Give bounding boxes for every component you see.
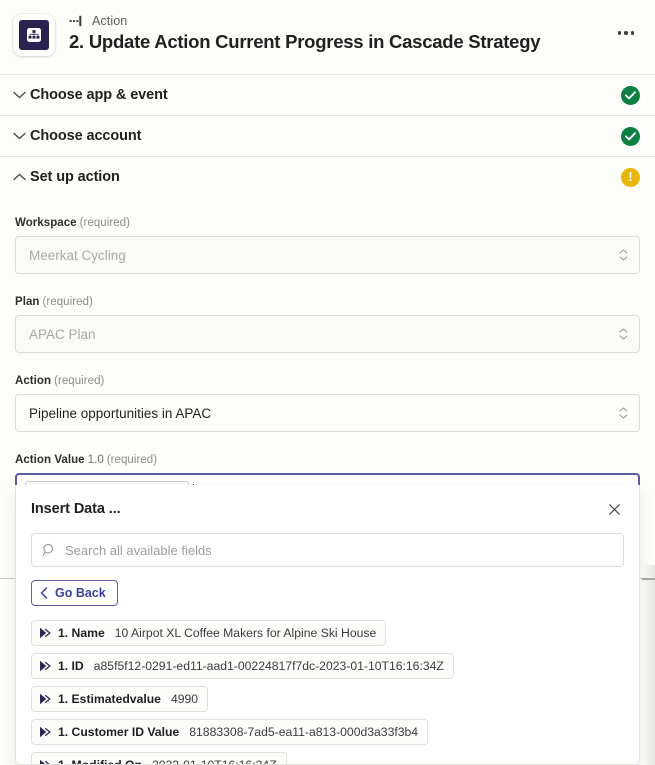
workspace-value: Meerkat Cycling bbox=[29, 247, 126, 263]
plan-required: (required) bbox=[42, 296, 93, 308]
action-select[interactable]: Pipeline opportunities in APAC bbox=[15, 394, 640, 432]
field-action: Action (required) Pipeline opportunities … bbox=[15, 375, 640, 432]
kebab-dot bbox=[617, 31, 622, 35]
data-token-icon bbox=[40, 726, 51, 738]
field-value: 81883308-7ad5-ea11-a813-000d3a33f3b4 bbox=[189, 725, 419, 739]
stepper-updown-icon bbox=[619, 328, 628, 340]
search-input[interactable]: Search all available fields bbox=[65, 543, 212, 558]
section-choose-app-and-event[interactable]: Choose app & event bbox=[0, 74, 655, 115]
field-name: 1. ID bbox=[58, 659, 84, 673]
plan-select[interactable]: APAC Plan bbox=[15, 315, 640, 353]
field-workspace: Workspace (required) Meerkat Cycling bbox=[15, 217, 640, 274]
search-fields-box[interactable]: Search all available fields bbox=[31, 533, 624, 567]
list-item[interactable]: 1. Modified On 2023-01-10T16:16:34Z bbox=[31, 752, 287, 765]
go-back-button[interactable]: Go Back bbox=[31, 580, 118, 606]
check-circle-icon bbox=[621, 126, 640, 146]
insert-data-title: Insert Data ... bbox=[31, 501, 121, 517]
section-label: Choose account bbox=[30, 128, 142, 144]
cascade-app-icon bbox=[13, 14, 55, 56]
field-value: 4990 bbox=[170, 692, 199, 706]
search-icon bbox=[42, 543, 54, 556]
action-step-icon bbox=[69, 15, 82, 26]
go-back-label: Go Back bbox=[55, 586, 106, 600]
chevron-down-icon bbox=[8, 91, 30, 99]
field-value: 2023-01-10T16:16:34Z bbox=[151, 758, 277, 765]
insert-data-panel: Insert Data ... Search all available fie… bbox=[15, 485, 640, 765]
warning-circle-icon: ! bbox=[621, 167, 640, 187]
step-kicker-label: Action bbox=[92, 13, 128, 28]
page-edge-divider-left bbox=[0, 578, 16, 579]
header-text-block: Action 2. Update Action Current Progress… bbox=[69, 11, 611, 54]
kebab-menu-icon[interactable] bbox=[611, 18, 641, 48]
list-item[interactable]: 1. Customer ID Value 81883308-7ad5-ea11-a… bbox=[31, 719, 429, 745]
section-label: Choose app & event bbox=[30, 87, 168, 103]
field-name: 1. Estimatedvalue bbox=[58, 692, 161, 706]
chevron-down-icon bbox=[8, 132, 30, 140]
action-value-required: (required) bbox=[106, 454, 158, 466]
workspace-select[interactable]: Meerkat Cycling bbox=[15, 236, 640, 274]
data-token-icon bbox=[40, 759, 50, 764]
check-circle-icon bbox=[621, 85, 640, 105]
list-item[interactable]: 1. Estimatedvalue 4990 bbox=[31, 686, 209, 712]
plan-label: Plan (required) bbox=[15, 296, 640, 308]
stepper-updown-icon bbox=[619, 407, 628, 419]
workspace-required: (required) bbox=[79, 217, 130, 229]
warning-glyph: ! bbox=[628, 169, 633, 184]
setup-action-form: Workspace (required) Meerkat Cycling Plan… bbox=[0, 197, 655, 511]
field-value: 10 Airpot XL Coffee Makers for Alpine Sk… bbox=[114, 626, 377, 640]
data-token-icon bbox=[40, 627, 51, 639]
kebab-dot bbox=[624, 31, 628, 35]
action-label-text: Action bbox=[15, 375, 52, 387]
org-chart-glyph bbox=[27, 28, 41, 42]
workspace-label: Workspace (required) bbox=[15, 217, 640, 229]
data-token-icon bbox=[40, 693, 51, 705]
available-fields-list: 1. Name 10 Airpot XL Coffee Makers for Al… bbox=[31, 620, 624, 765]
action-label: Action (required) bbox=[15, 375, 640, 387]
action-value-label: Action Value 1.0 (required) bbox=[15, 454, 640, 466]
field-name: 1. Customer ID Value bbox=[58, 725, 180, 739]
plan-value: APAC Plan bbox=[29, 326, 96, 342]
action-value-display: Pipeline opportunities in APAC bbox=[29, 405, 212, 421]
workspace-label-text: Workspace bbox=[15, 217, 77, 229]
field-value: a85f5f12-0291-ed11-aad1-00224817f7dc-202… bbox=[93, 659, 444, 673]
app-icon-tile bbox=[19, 20, 49, 50]
field-plan: Plan (required) APAC Plan bbox=[15, 296, 640, 353]
chevron-left-icon bbox=[40, 587, 48, 599]
kebab-dot bbox=[630, 31, 635, 35]
scrollbar-gutter[interactable] bbox=[642, 565, 655, 765]
stepper-updown-icon bbox=[619, 249, 628, 261]
page-title: 2. Update Action Current Progress in Cas… bbox=[69, 31, 541, 52]
field-name: 1. Modified On bbox=[58, 758, 142, 765]
step-kicker: Action bbox=[69, 12, 611, 29]
field-name: 1. Name bbox=[58, 626, 105, 640]
section-set-up-action[interactable]: Set up action ! bbox=[0, 156, 655, 197]
data-token-icon bbox=[40, 660, 51, 672]
action-required: (required) bbox=[54, 375, 105, 387]
section-label: Set up action bbox=[30, 169, 120, 185]
section-choose-account[interactable]: Choose account bbox=[0, 115, 655, 156]
step-header: Action 2. Update Action Current Progress… bbox=[0, 0, 655, 74]
insert-data-header: Insert Data ... bbox=[31, 499, 624, 519]
action-value-label-text: Action Value bbox=[15, 454, 85, 466]
action-value-version: 1.0 bbox=[87, 454, 104, 466]
list-item[interactable]: 1. Name 10 Airpot XL Coffee Makers for Al… bbox=[31, 620, 387, 646]
close-icon[interactable] bbox=[604, 499, 624, 519]
list-item[interactable]: 1. ID a85f5f12-0291-ed11-aad1-00224817f7d… bbox=[31, 653, 454, 679]
chevron-up-icon bbox=[8, 173, 30, 181]
plan-label-text: Plan bbox=[15, 296, 40, 308]
